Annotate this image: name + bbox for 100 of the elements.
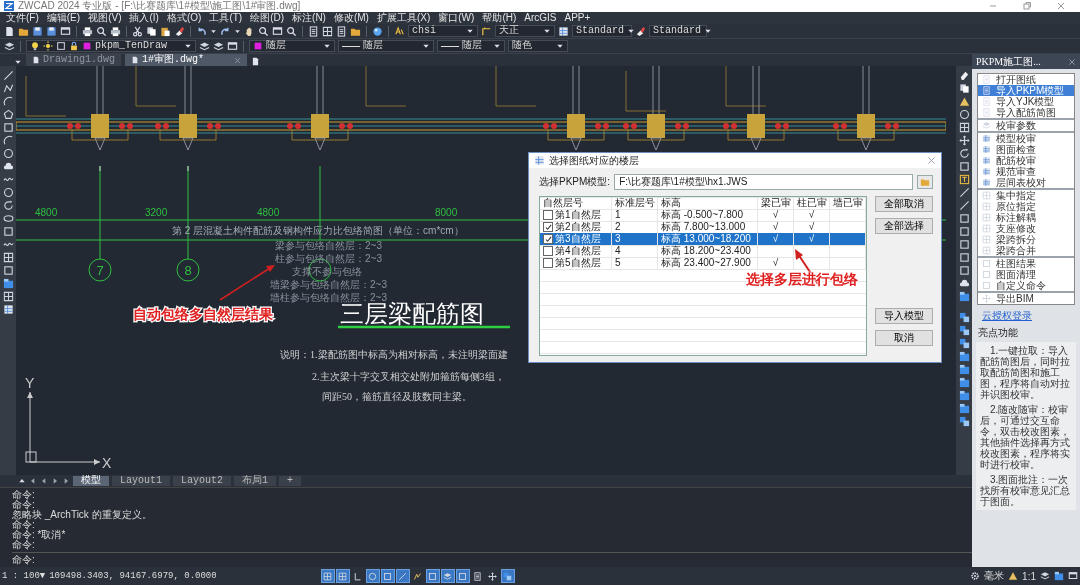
window-icon[interactable]: [272, 25, 283, 37]
rotate-icon[interactable]: [2, 200, 14, 211]
up-arrow-icon[interactable]: [18, 477, 26, 485]
brush-icon[interactable]: [174, 25, 185, 37]
eraser-icon[interactable]: [958, 70, 970, 81]
document-tab[interactable]: Drawing1.dwg: [26, 54, 121, 66]
table-icon[interactable]: [2, 304, 14, 315]
squares-icon[interactable]: [958, 312, 970, 323]
zoom-icon[interactable]: [258, 25, 269, 37]
panel-item[interactable]: 柱图结果: [978, 258, 1074, 269]
polyline-icon[interactable]: [2, 83, 14, 94]
layout-tab[interactable]: Layout2: [173, 476, 232, 486]
table-row[interactable]: 第3自然层 3 标高 13.000~18.200 √ √: [540, 233, 866, 245]
panel-item[interactable]: 打开图纸: [978, 74, 1074, 85]
checkbox[interactable]: [543, 246, 553, 256]
status-toggle[interactable]: [320, 569, 335, 583]
document-tab[interactable]: 1#审图.dwg*: [125, 54, 247, 66]
panel-item[interactable]: 集中指定: [978, 190, 1074, 201]
arc-icon[interactable]: [2, 135, 14, 146]
layers-icon[interactable]: [1040, 571, 1050, 581]
scissors-icon[interactable]: [132, 25, 143, 37]
layers-icon[interactable]: [213, 40, 224, 52]
panel-item[interactable]: 自定义命令: [978, 280, 1074, 291]
menu-item[interactable]: 帮助(H): [478, 12, 521, 24]
menu-item[interactable]: 视图(V): [84, 12, 126, 24]
menu-item[interactable]: 标注(N): [288, 12, 330, 24]
dialog-button[interactable]: 全部取消: [875, 196, 933, 212]
sheet-icon[interactable]: [308, 25, 319, 37]
copy-icon[interactable]: [958, 83, 970, 94]
status-toggle[interactable]: [485, 569, 500, 583]
panel-item[interactable]: 配筋校审: [978, 155, 1074, 166]
login-link[interactable]: 云授权登录: [982, 309, 1032, 323]
gear-icon[interactable]: [970, 571, 981, 581]
printer-icon[interactable]: [82, 25, 93, 37]
triangle-icon[interactable]: [958, 96, 970, 107]
table-row[interactable]: 第5自然层 5 标高 23.400~27.900 √: [540, 257, 866, 269]
window-icon[interactable]: [1068, 571, 1078, 581]
line-icon[interactable]: [2, 70, 14, 81]
text-style-icon[interactable]: [394, 25, 405, 37]
undo-icon[interactable]: [196, 25, 207, 37]
square-icon[interactable]: [958, 239, 970, 250]
new-document-icon[interactable]: [4, 25, 15, 37]
dialog-button[interactable]: 取消: [875, 330, 933, 346]
pentagon-icon[interactable]: [2, 109, 14, 120]
square-icon[interactable]: [958, 161, 970, 172]
dimension-style-dropdown[interactable]: 天正: [495, 25, 555, 37]
panel-item[interactable]: 校审参数: [978, 120, 1074, 131]
menu-item[interactable]: 工具(T): [205, 12, 247, 24]
status-toggle[interactable]: [380, 569, 395, 583]
zoom-icon[interactable]: [286, 25, 297, 37]
panel-item[interactable]: 导入PKPM模型: [978, 85, 1074, 96]
panel-icon[interactable]: [2, 278, 14, 289]
checkbox[interactable]: [543, 222, 553, 232]
panel-icon[interactable]: [958, 351, 970, 362]
cloud-icon[interactable]: [2, 161, 14, 172]
line-icon[interactable]: [958, 200, 970, 211]
caret-icon[interactable]: [234, 27, 241, 35]
caret-icon[interactable]: [14, 58, 22, 66]
panel-icon[interactable]: [958, 390, 970, 401]
panel-item[interactable]: 梁跨合并: [978, 245, 1074, 256]
grid-icon[interactable]: [322, 25, 333, 37]
circle-icon[interactable]: [958, 109, 970, 120]
square-icon[interactable]: [958, 265, 970, 276]
lineweight-dropdown[interactable]: 随层: [437, 40, 505, 52]
panel-item[interactable]: 模型校审: [978, 133, 1074, 144]
table-icon[interactable]: [558, 25, 569, 37]
cloud-icon[interactable]: [958, 278, 970, 289]
layout-tab[interactable]: +: [279, 476, 302, 486]
zoom-icon[interactable]: [96, 25, 107, 37]
units-dropdown[interactable]: 毫米: [984, 569, 1005, 583]
menu-item[interactable]: 修改(M): [329, 12, 373, 24]
grid-icon[interactable]: [2, 291, 14, 302]
square-icon[interactable]: [2, 265, 14, 276]
layout-tab[interactable]: 布局1: [234, 476, 277, 486]
color-dropdown[interactable]: 随层: [249, 40, 335, 52]
menu-item[interactable]: 格式(O): [162, 12, 206, 24]
circle-icon[interactable]: [2, 148, 14, 159]
layers-icon[interactable]: [199, 40, 210, 52]
menu-item[interactable]: 编辑(E): [42, 12, 85, 24]
square-icon[interactable]: [2, 122, 14, 133]
dialog-button[interactable]: 全部选择: [875, 218, 933, 234]
grid-icon[interactable]: [958, 122, 970, 133]
status-toggle[interactable]: [440, 569, 455, 583]
window-icon[interactable]: [227, 40, 238, 52]
panel-item[interactable]: 支座修改: [978, 223, 1074, 234]
status-toggle[interactable]: [425, 569, 440, 583]
clipboard-icon[interactable]: [160, 25, 171, 37]
save-icon[interactable]: [32, 25, 43, 37]
text-style-dropdown[interactable]: chsi: [408, 25, 478, 37]
close-icon[interactable]: [1068, 57, 1076, 66]
line-icon[interactable]: [958, 187, 970, 198]
grid-icon[interactable]: [2, 252, 14, 263]
menu-item[interactable]: 扩展工具(X): [372, 12, 435, 24]
panel-item[interactable]: 导入配筋简图: [978, 107, 1074, 118]
squares-icon[interactable]: [958, 338, 970, 349]
panel-item[interactable]: 规范审查: [978, 166, 1074, 177]
dimension-icon[interactable]: [481, 25, 492, 37]
circle-icon[interactable]: [2, 187, 14, 198]
arc-icon[interactable]: [2, 96, 14, 107]
scale-label[interactable]: 1 : 100▼: [2, 571, 46, 581]
